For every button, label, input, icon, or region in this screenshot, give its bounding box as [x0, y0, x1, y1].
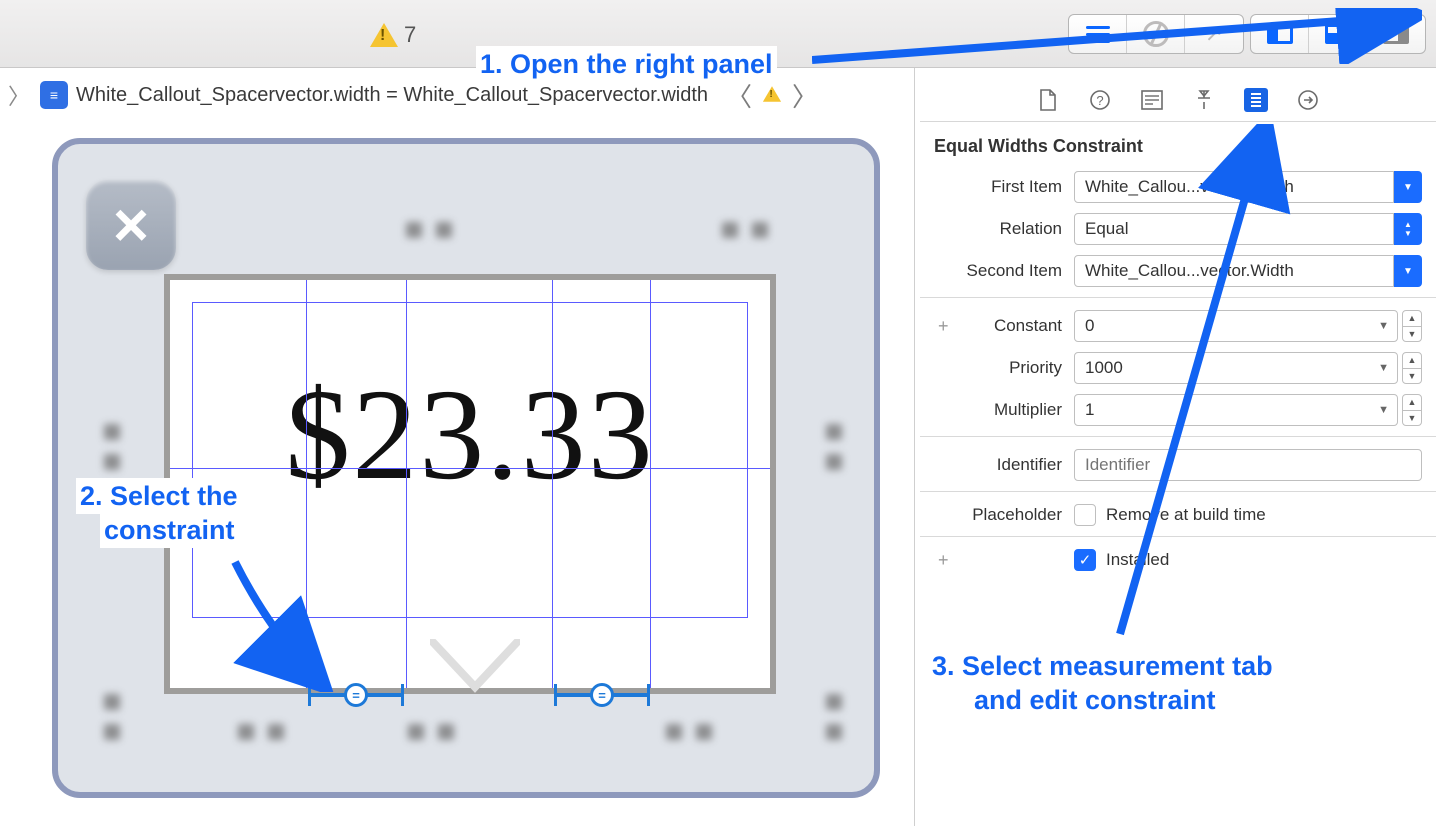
placeholder-label: Placeholder [934, 505, 1074, 525]
identifier-input[interactable] [1074, 449, 1422, 481]
constraint-guide[interactable] [552, 280, 553, 688]
equal-icon: = [344, 683, 368, 707]
constant-stepper[interactable]: ▲▼ [1402, 310, 1422, 342]
size-inspector-tab[interactable] [1244, 88, 1268, 112]
lines-icon [1086, 25, 1110, 43]
slider-icon [1193, 89, 1215, 111]
constraint-guide[interactable] [406, 280, 407, 688]
callout-view[interactable]: $23.33 = = [164, 274, 776, 694]
selection-outline [192, 302, 748, 618]
separator [920, 536, 1436, 537]
version-icon: ↗ [1205, 21, 1223, 47]
relation-label: Relation [934, 219, 1074, 239]
equal-width-constraint-handle[interactable]: = [554, 684, 650, 706]
installed-checkbox[interactable]: ✓ [1074, 549, 1096, 571]
quick-help-tab[interactable]: ? [1088, 88, 1112, 112]
panel-left-icon [1267, 24, 1293, 44]
annotation-step-1: 1. Open the right panel [476, 46, 777, 82]
priority-label: Priority [934, 358, 1074, 378]
constraint-guide[interactable] [170, 468, 770, 469]
file-inspector-tab[interactable] [1036, 88, 1060, 112]
help-icon: ? [1089, 89, 1111, 111]
constant-field[interactable]: 0▼ [1074, 310, 1398, 342]
constraint-guide[interactable] [306, 280, 307, 688]
editor-mode-segment: ↗ [1068, 14, 1244, 54]
constant-label: Constant [934, 316, 1074, 336]
multiplier-field[interactable]: 1▼ [1074, 394, 1398, 426]
separator [920, 436, 1436, 437]
relation-dropdown[interactable]: Equal [1074, 213, 1394, 245]
multiplier-stepper[interactable]: ▲▼ [1402, 394, 1422, 426]
next-issue-button[interactable]: 〉 [792, 77, 818, 114]
warning-count: 7 [404, 22, 416, 48]
first-item-label: First Item [934, 177, 1074, 197]
add-variation-button[interactable]: + [938, 550, 949, 571]
interface-builder-canvas[interactable]: × $23.33 = = [52, 138, 880, 798]
equal-width-constraint-handle[interactable]: = [308, 684, 404, 706]
assistant-icon [1143, 21, 1169, 47]
id-card-icon [1141, 90, 1163, 110]
toolbar-right: ↗ [1068, 14, 1426, 54]
identifier-label: Identifier [934, 455, 1074, 475]
document-icon [1038, 89, 1058, 111]
version-editor-button[interactable]: ↗ [1185, 15, 1243, 53]
warning-icon [370, 23, 398, 47]
warnings-indicator[interactable]: 7 [370, 22, 416, 48]
annotation-step-2a: 2. Select the [76, 478, 242, 514]
separator [920, 297, 1436, 298]
svg-text:?: ? [1096, 93, 1103, 108]
annotation-step-3a: 3. Select measurement tab [928, 648, 1277, 684]
second-item-dropdown[interactable]: White_Callou...vector.Width [1074, 255, 1394, 287]
priority-stepper[interactable]: ▲▼ [1402, 352, 1422, 384]
inspector-tab-bar: ? [920, 78, 1436, 122]
attributes-inspector-tab[interactable] [1192, 88, 1216, 112]
ruler-icon [1248, 88, 1264, 112]
chevron-down-icon[interactable] [1394, 255, 1422, 287]
priority-field[interactable]: 1000▼ [1074, 352, 1398, 384]
assistant-editor-button[interactable] [1127, 15, 1185, 53]
vertical-divider [914, 68, 915, 826]
constraint-icon: ≡ [40, 81, 68, 109]
toggle-utilities-button[interactable] [1367, 15, 1425, 53]
first-item-dropdown[interactable]: White_Callou...vector.Width [1074, 171, 1394, 203]
connections-icon [1297, 89, 1319, 111]
annotation-step-3b: and edit constraint [970, 682, 1220, 718]
installed-label: Installed [1106, 550, 1169, 570]
panel-right-icon [1383, 24, 1409, 44]
separator [920, 491, 1436, 492]
remove-at-build-label: Remove at build time [1106, 505, 1266, 525]
warning-icon [763, 86, 781, 102]
toggle-debug-area-button[interactable] [1309, 15, 1367, 53]
equal-icon: = [590, 683, 614, 707]
chevron-updown-icon[interactable] [1394, 213, 1422, 245]
connections-inspector-tab[interactable] [1296, 88, 1320, 112]
add-variation-button[interactable]: + [938, 316, 949, 337]
close-button[interactable]: × [86, 180, 176, 270]
annotation-step-2b: constraint [100, 512, 239, 548]
toggle-navigator-button[interactable] [1251, 15, 1309, 53]
multiplier-label: Multiplier [934, 400, 1074, 420]
callout-tail-icon [430, 639, 520, 694]
chevron-down-icon[interactable] [1394, 171, 1422, 203]
panel-bottom-icon [1325, 24, 1351, 44]
second-item-label: Second Item [934, 261, 1074, 281]
section-title: Equal Widths Constraint [934, 136, 1422, 157]
panel-visibility-segment [1250, 14, 1426, 54]
constraint-guide[interactable] [650, 280, 651, 688]
identity-inspector-tab[interactable] [1140, 88, 1164, 112]
chevron-icon: 〉 [6, 79, 32, 111]
standard-editor-button[interactable] [1069, 15, 1127, 53]
constraint-inspector-body: Equal Widths Constraint First Item White… [920, 122, 1436, 571]
jump-bar-text: White_Callout_Spacervector.width = White… [76, 84, 708, 107]
remove-at-build-checkbox[interactable] [1074, 504, 1096, 526]
